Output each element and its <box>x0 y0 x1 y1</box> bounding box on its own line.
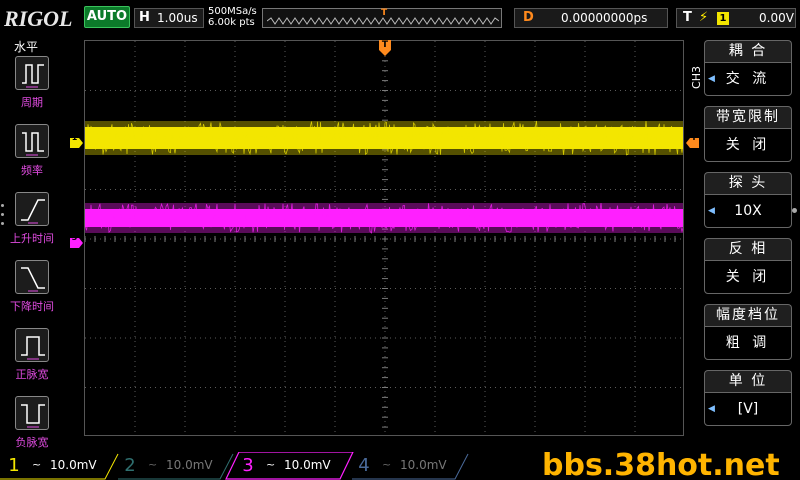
menu-coupling-title: 耦 合 <box>704 40 792 62</box>
measure-item-fall-time[interactable]: 下降时间 <box>6 260 58 326</box>
measure-label: 正脉宽 <box>15 368 49 381</box>
positive-width-icon <box>15 328 49 362</box>
menu-scroll-dot <box>792 208 797 213</box>
timebase-value: 1.00us <box>157 11 198 25</box>
ch3-waveform <box>85 202 683 234</box>
menu-arrow-icon: ◀ <box>708 206 715 216</box>
menu-bandwidth-limit[interactable]: 带宽限制 关 闭 <box>704 106 792 162</box>
ac-coupling-icon: ~ <box>382 458 392 471</box>
menu-coupling[interactable]: 耦 合 ◀ 交 流 <box>704 40 792 96</box>
menu-invert-value[interactable]: 关 闭 <box>704 260 792 294</box>
rise-time-icon <box>15 192 49 226</box>
menu-scale-value[interactable]: 粗 调 <box>704 326 792 360</box>
measure-label: 频率 <box>21 164 43 177</box>
channel-scale: 10.0mV <box>284 458 331 472</box>
menu-bandwidth-value[interactable]: 关 闭 <box>704 128 792 162</box>
delay-box[interactable]: D 0.00000000ps <box>514 8 668 28</box>
menu-volts-scale[interactable]: 幅度档位 粗 调 <box>704 304 792 360</box>
menu-invert[interactable]: 反 相 关 闭 <box>704 238 792 294</box>
ac-coupling-icon: ~ <box>266 458 276 471</box>
menu-bandwidth-title: 带宽限制 <box>704 106 792 128</box>
trigger-source: 1 <box>717 12 729 25</box>
ac-coupling-icon: ~ <box>32 458 42 471</box>
run-mode-button[interactable]: AUTO <box>84 6 130 28</box>
memory-overview-strip[interactable]: T <box>262 8 502 28</box>
trigger-level: 0.00V <box>759 11 794 25</box>
delay-label: D <box>523 10 534 25</box>
trigger-level-marker[interactable]: T <box>686 133 699 148</box>
menu-arrow-icon: ◀ <box>708 74 715 84</box>
brand-logo: RIGOL <box>4 6 73 31</box>
menu-probe[interactable]: 探 头 ◀ 10X <box>704 172 792 228</box>
delay-value: 0.00000000ps <box>561 11 648 25</box>
measure-item-rise-time[interactable]: 上升时间 <box>6 192 58 258</box>
menu-channel-tag: CH3 <box>690 66 703 89</box>
ac-coupling-icon: ~ <box>148 458 158 471</box>
menu-invert-title: 反 相 <box>704 238 792 260</box>
scroll-dots <box>1 204 4 231</box>
sample-info: 500MSa/s 6.00k pts <box>208 6 257 28</box>
waveform-display[interactable] <box>84 40 684 436</box>
horizontal-timebase-box[interactable]: H 1.00us <box>134 8 204 28</box>
menu-unit-value[interactable]: ◀ [V] <box>704 392 792 426</box>
menu-unit[interactable]: 单 位 ◀ [V] <box>704 370 792 426</box>
menu-arrow-icon: ◀ <box>708 404 715 414</box>
horizontal-label: H <box>139 10 150 25</box>
channel-scale: 10.0mV <box>50 458 97 472</box>
memory-waveform-icon <box>267 17 499 25</box>
channel-scale: 10.0mV <box>166 458 213 472</box>
graticule <box>85 41 683 435</box>
frequency-measure-icon <box>15 124 49 158</box>
watermark: bbs.38hot.net <box>542 448 780 480</box>
measure-label: 负脉宽 <box>15 436 49 449</box>
menu-coupling-value[interactable]: ◀ 交 流 <box>704 62 792 96</box>
menu-probe-title: 探 头 <box>704 172 792 194</box>
channel-number: 3 <box>242 455 254 476</box>
measure-item-period[interactable]: 周期 <box>6 56 58 122</box>
fall-time-icon <box>15 260 49 294</box>
memory-depth: 6.00k pts <box>208 17 255 28</box>
menu-probe-value[interactable]: ◀ 10X <box>704 194 792 228</box>
negative-width-icon <box>15 396 49 430</box>
rising-edge-icon: ⚡ <box>699 10 709 25</box>
measure-menu: 水平 周期 频率 上升时间 下降时间 正脉宽 负脉宽 <box>0 34 62 452</box>
channel-scale: 10.0mV <box>400 458 447 472</box>
measure-item-frequency[interactable]: 频率 <box>6 124 58 190</box>
ch1-offset-marker[interactable]: 1 <box>70 133 83 148</box>
trigger-position-marker[interactable]: T <box>379 40 391 56</box>
channel-number: 2 <box>124 455 136 476</box>
measure-item-positive-width[interactable]: 正脉宽 <box>6 328 58 394</box>
channel-number: 4 <box>358 455 370 476</box>
trigger-label: T <box>683 10 692 25</box>
measure-menu-title: 水平 <box>14 40 39 54</box>
ch1-waveform <box>85 120 683 156</box>
period-measure-icon <box>15 56 49 90</box>
menu-scale-title: 幅度档位 <box>704 304 792 326</box>
top-status-bar: RIGOL AUTO H 1.00us 500MSa/s 6.00k pts T… <box>0 0 800 34</box>
menu-unit-title: 单 位 <box>704 370 792 392</box>
measure-label: 上升时间 <box>10 232 54 245</box>
ch3-offset-marker[interactable]: 3 <box>70 233 83 248</box>
measure-label: 周期 <box>21 96 43 109</box>
measure-label: 下降时间 <box>10 300 54 313</box>
channel-number: 1 <box>8 455 20 476</box>
sample-rate: 500MSa/s <box>208 6 257 17</box>
trigger-box[interactable]: T ⚡ 1 0.00V <box>676 8 796 28</box>
